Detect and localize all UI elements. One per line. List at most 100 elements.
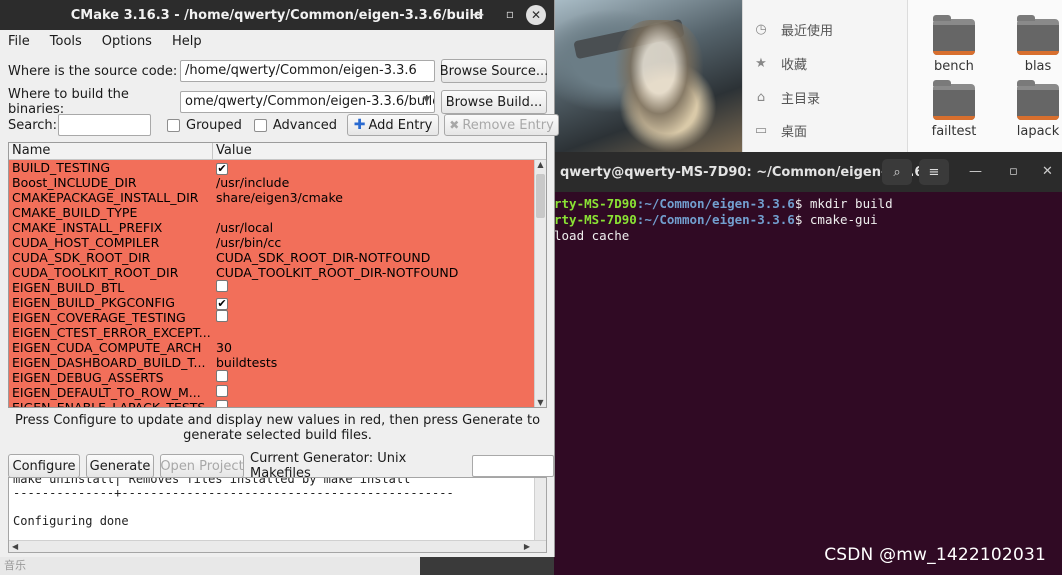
cache-entry-value[interactable] [213, 400, 535, 407]
window-title: CMake 3.16.3 - /home/qwerty/Common/eigen… [70, 7, 484, 23]
table-row[interactable]: EIGEN_ENABLE_LAPACK_TESTS [9, 400, 535, 407]
table-row[interactable]: CMAKE_INSTALL_PREFIX/usr/local [9, 220, 535, 235]
close-icon[interactable]: ✕ [526, 5, 546, 25]
table-row[interactable]: EIGEN_DASHBOARD_BUILD_T... buildtests [9, 355, 535, 370]
folder-label: lapack [1016, 124, 1060, 139]
remove-entry-label: Remove Entry [462, 117, 554, 133]
menu-bar: File Tools Options Help [0, 30, 554, 52]
minimize-icon[interactable]: — [472, 7, 484, 21]
cache-entry-value[interactable]: ✔ [213, 295, 535, 310]
cmake-window: CMake 3.16.3 - /home/qwerty/Common/eigen… [0, 0, 560, 557]
unchecked-checkbox[interactable] [216, 400, 228, 407]
source-path-input[interactable]: /home/qwerty/Common/eigen-3.3.6 [180, 60, 435, 82]
scrollbar-thumb[interactable] [536, 174, 545, 218]
table-row[interactable]: BUILD_TESTING ✔ [9, 160, 535, 175]
configure-button[interactable]: Configure [8, 454, 80, 478]
folder-bench[interactable]: bench [924, 15, 984, 74]
checked-checkbox[interactable]: ✔ [216, 297, 228, 310]
folder-icon [933, 15, 975, 55]
hamburger-menu-icon[interactable]: ≡ [919, 159, 949, 185]
cache-entry-value[interactable] [213, 385, 535, 400]
sidebar-item-recent[interactable]: ◷ 最近使用 [753, 17, 833, 41]
table-row[interactable]: EIGEN_BUILD_BTL [9, 280, 535, 295]
cache-entry-name: CUDA_HOST_COMPILER [12, 235, 160, 250]
browse-build-button[interactable]: Browse Build... [441, 90, 547, 114]
table-scrollbar[interactable]: ▲ ▼ [534, 160, 546, 407]
instruction-text: Press Configure to update and display ne… [14, 413, 541, 443]
table-row[interactable]: CUDA_TOOLKIT_ROOT_DIR CUDA_TOOLKIT_ROOT_D… [9, 265, 535, 280]
output-hscrollbar[interactable]: ◀ ▶ [9, 540, 546, 552]
table-row[interactable]: CUDA_SDK_ROOT_DIR CUDA_SDK_ROOT_DIR-NOTFO… [9, 250, 535, 265]
cache-entry-value[interactable]: ✔ [213, 160, 535, 175]
cache-entry-value[interactable]: CUDA_SDK_ROOT_DIR-NOTFOUND [213, 250, 535, 265]
maximize-icon[interactable]: ▫ [1009, 164, 1018, 179]
sidebar-item-home[interactable]: ⌂ 主目录 [753, 85, 820, 109]
build-path-combobox[interactable]: ome/qwerty/Common/eigen-3.3.6/build ▼ [180, 91, 435, 113]
grouped-checkbox[interactable] [167, 118, 180, 132]
background-strip: 音乐 [0, 557, 420, 575]
table-row[interactable]: Boost_INCLUDE_DIR/usr/include [9, 175, 535, 190]
scroll-right-icon[interactable]: ▶ [524, 542, 530, 551]
cache-entry-name: EIGEN_DEFAULT_TO_ROW_M... [12, 385, 201, 400]
column-header-name[interactable]: Name [9, 143, 213, 159]
table-row[interactable]: EIGEN_BUILD_PKGCONFIG ✔ [9, 295, 535, 310]
remove-icon: ✖ [449, 118, 460, 132]
generator-field[interactable] [471, 455, 554, 477]
generate-button[interactable]: Generate [86, 454, 154, 478]
table-row[interactable]: EIGEN_DEFAULT_TO_ROW_M... [9, 385, 535, 400]
unchecked-checkbox[interactable] [216, 370, 228, 382]
terminal-output[interactable]: rty-MS-7D90:~/Common/eigen-3.3.6$ mkdir … [554, 192, 1062, 244]
unchecked-checkbox[interactable] [216, 310, 228, 322]
output-log-text: make uninstall| Removes files installed … [9, 478, 546, 528]
table-header: Name Value [9, 143, 546, 160]
advanced-checkbox[interactable] [253, 118, 267, 132]
menu-options[interactable]: Options [98, 33, 156, 50]
search-icon[interactable]: ⌕ [882, 159, 912, 185]
cache-entry-value[interactable]: share/eigen3/cmake [213, 190, 535, 205]
folder-label: bench [934, 59, 974, 74]
table-row[interactable]: EIGEN_COVERAGE_TESTING [9, 310, 535, 325]
close-icon[interactable]: ✕ [1042, 164, 1053, 179]
cache-entry-value[interactable] [213, 280, 535, 295]
cache-entry-value[interactable]: /usr/local [213, 220, 535, 235]
folder-lapack[interactable]: lapack [1008, 80, 1062, 139]
cache-entry-value[interactable]: CUDA_TOOLKIT_ROOT_DIR-NOTFOUND [213, 265, 535, 280]
sidebar-item-desktop[interactable]: ▭ 桌面 [753, 118, 807, 142]
remove-entry-button[interactable]: ✖ Remove Entry [444, 114, 560, 136]
cache-entry-value[interactable] [213, 370, 535, 385]
table-row[interactable]: EIGEN_CUDA_COMPUTE_ARCH 30 [9, 340, 535, 355]
output-vscrollbar[interactable] [534, 478, 546, 540]
checked-checkbox[interactable]: ✔ [216, 162, 228, 175]
table-row[interactable]: CMAKEPACKAGE_INSTALL_DIR share/eigen3/cma… [9, 190, 535, 205]
table-row[interactable]: CMAKE_BUILD_TYPE [9, 205, 535, 220]
minimize-icon[interactable]: — [969, 164, 982, 179]
open-project-button[interactable]: Open Project [160, 454, 244, 478]
cache-entry-value[interactable] [213, 310, 535, 325]
unchecked-checkbox[interactable] [216, 280, 228, 292]
table-row[interactable]: EIGEN_DEBUG_ASSERTS [9, 370, 535, 385]
cache-entry-value[interactable]: /usr/include [213, 175, 535, 190]
add-entry-button[interactable]: ✚ Add Entry [347, 114, 440, 136]
output-log[interactable]: make uninstall| Removes files installed … [8, 477, 547, 553]
menu-tools[interactable]: Tools [46, 33, 86, 50]
scroll-left-icon[interactable]: ◀ [12, 542, 18, 551]
cache-entry-value[interactable]: 30 [213, 340, 535, 355]
folder-label: blas [1024, 59, 1052, 74]
folder-failtest[interactable]: failtest [924, 80, 984, 139]
column-header-value[interactable]: Value [213, 143, 252, 159]
cache-entry-name: EIGEN_COVERAGE_TESTING [12, 310, 186, 325]
menu-file[interactable]: File [4, 33, 34, 50]
maximize-icon[interactable]: ▫ [506, 7, 514, 21]
browse-source-button[interactable]: Browse Source... [440, 59, 548, 83]
unchecked-checkbox[interactable] [216, 385, 228, 397]
folder-blas[interactable]: blas [1008, 15, 1062, 74]
menu-help[interactable]: Help [168, 33, 206, 50]
table-row[interactable]: CUDA_HOST_COMPILER/usr/bin/cc [9, 235, 535, 250]
sidebar-item-starred[interactable]: ★ 收藏 [753, 51, 807, 75]
search-input[interactable] [58, 114, 151, 136]
cache-entry-value[interactable]: /usr/bin/cc [213, 235, 535, 250]
cache-entry-value[interactable]: buildtests [213, 355, 535, 370]
scroll-up-icon[interactable]: ▲ [535, 160, 546, 169]
scroll-down-icon[interactable]: ▼ [535, 398, 546, 407]
table-row[interactable]: EIGEN_CTEST_ERROR_EXCEPT... [9, 325, 535, 340]
